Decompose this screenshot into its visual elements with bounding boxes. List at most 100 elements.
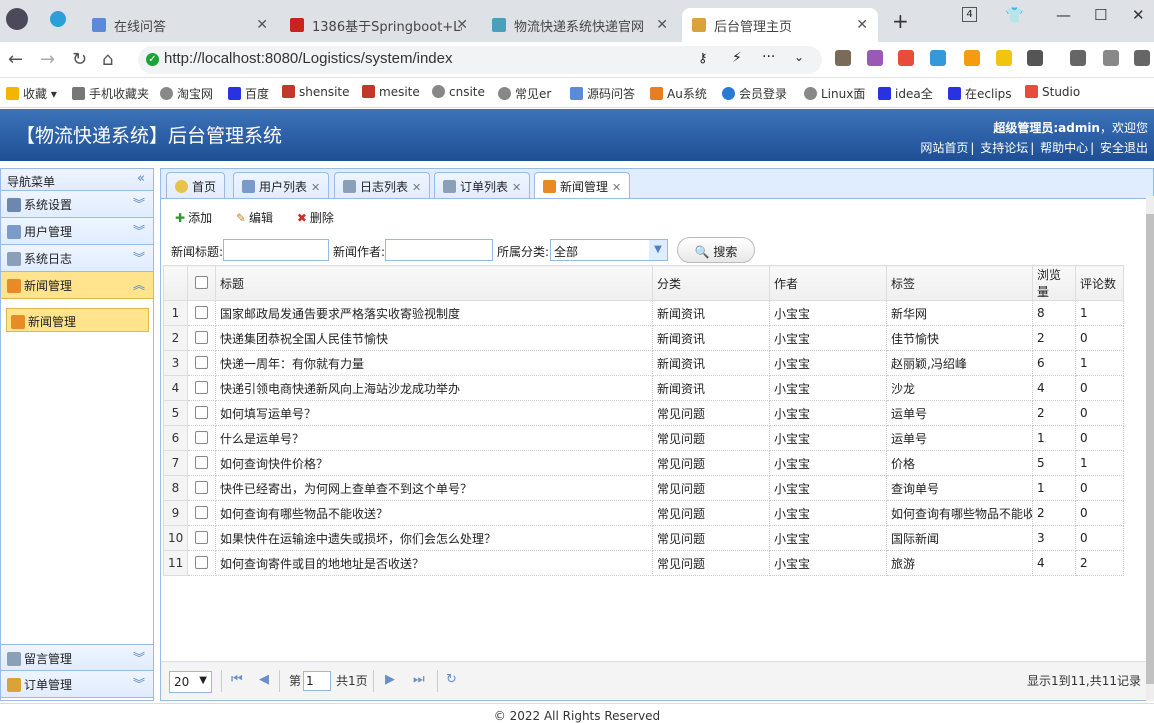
- news-author-input[interactable]: [385, 239, 493, 261]
- table-row[interactable]: 3 快递一周年：有你就有力量 新闻资讯 小宝宝 赵丽颖,冯绍峰 6 1: [163, 350, 1124, 376]
- row-checkbox[interactable]: [195, 356, 208, 369]
- minimize-button[interactable]: —: [1056, 6, 1071, 24]
- chevron-down-icon[interactable]: ︾: [133, 675, 145, 692]
- row-checkbox[interactable]: [195, 506, 208, 519]
- page-scrollbar[interactable]: [1146, 196, 1154, 701]
- table-row[interactable]: 7 如何查询快件价格？ 常见问题 小宝宝 价格 5 1: [163, 450, 1124, 476]
- news-title-input[interactable]: [223, 239, 329, 261]
- forward-icon[interactable]: →: [40, 49, 55, 70]
- close-tab-icon[interactable]: ✕: [856, 17, 868, 33]
- row-checkbox[interactable]: [195, 331, 208, 344]
- browser-tab-2[interactable]: 1386基于Springboot+La ✕: [280, 8, 478, 42]
- page-number-input[interactable]: 1: [303, 671, 331, 691]
- sidebar-item-messages[interactable]: 留言管理 ︾: [1, 644, 153, 671]
- row-checkbox[interactable]: [195, 481, 208, 494]
- edit-button[interactable]: ✎ 编辑: [232, 207, 277, 228]
- close-tab-icon[interactable]: ✕: [256, 17, 268, 33]
- first-page-icon[interactable]: ⏮: [231, 672, 243, 687]
- row-checkbox[interactable]: [195, 306, 208, 319]
- table-row[interactable]: 2 快递集团恭祝全国人民佳节愉快 新闻资讯 小宝宝 佳节愉快 2 0: [163, 325, 1124, 351]
- chevron-up-icon[interactable]: ︽: [133, 276, 145, 293]
- refresh-icon[interactable]: ↻: [446, 672, 457, 687]
- menu-icon[interactable]: [1134, 50, 1150, 66]
- chevron-down-icon[interactable]: ︾: [133, 649, 145, 666]
- row-checkbox[interactable]: [195, 431, 208, 444]
- bookmark-item[interactable]: idea全: [878, 85, 933, 102]
- bookmark-item[interactable]: Linux面: [804, 85, 865, 102]
- lightning-icon[interactable]: ⚡: [732, 50, 742, 66]
- bookmark-item[interactable]: shensite: [282, 85, 350, 99]
- column-header-title[interactable]: 标题: [215, 265, 653, 301]
- browser-tab-4[interactable]: 后台管理主页 ✕: [682, 8, 878, 42]
- bookmark-item[interactable]: Au系统: [650, 85, 707, 102]
- sidebar-item-user-management[interactable]: 用户管理 ︾: [1, 218, 153, 245]
- table-row[interactable]: 8 快件已经寄出，为何网上查单查不到这个单号？ 常见问题 小宝宝 查询单号 1 0: [163, 475, 1124, 501]
- link-help-center[interactable]: 帮助中心: [1040, 141, 1088, 155]
- link-logout[interactable]: 安全退出: [1100, 141, 1148, 155]
- browser-tab-3[interactable]: 物流快递系统快递官网 ✕: [482, 8, 678, 42]
- shield-extension-icon[interactable]: [964, 50, 980, 66]
- scrollbar-thumb[interactable]: [1146, 214, 1154, 684]
- category-select[interactable]: 全部 ▼: [550, 239, 668, 261]
- table-row[interactable]: 11 如何查询寄件或目的地地址是否收送？ 常见问题 小宝宝 旅游 4 2: [163, 550, 1124, 576]
- new-tab-button[interactable]: +: [892, 9, 909, 33]
- chevron-down-icon[interactable]: ︾: [133, 195, 145, 212]
- tab-count-badge[interactable]: 4: [962, 7, 977, 22]
- sidebar-subitem-news-management[interactable]: 新闻管理: [6, 308, 149, 332]
- link-site-home[interactable]: 网站首页: [920, 141, 968, 155]
- column-header-author[interactable]: 作者: [769, 265, 887, 301]
- bookmark-item[interactable]: 常见er: [498, 85, 551, 102]
- add-button[interactable]: ✚ 添加: [171, 207, 216, 228]
- row-checkbox[interactable]: [195, 381, 208, 394]
- close-window-button[interactable]: ✕: [1132, 6, 1145, 24]
- scissors-icon[interactable]: [898, 50, 914, 66]
- reload-icon[interactable]: ↻: [72, 49, 87, 70]
- tab-order-list[interactable]: 订单列表 ✕: [434, 172, 531, 199]
- last-page-icon[interactable]: ⏭: [413, 672, 425, 687]
- bookmark-item[interactable]: 百度: [228, 85, 269, 102]
- bookmark-item[interactable]: mesite: [362, 85, 420, 99]
- chevron-down-icon[interactable]: ︾: [133, 222, 145, 239]
- star-extension-icon[interactable]: [996, 50, 1012, 66]
- sidebar-item-system-settings[interactable]: 系统设置 ︾: [1, 191, 153, 218]
- chevron-down-icon[interactable]: ︾: [133, 249, 145, 266]
- sidebar-item-system-log[interactable]: 系统日志 ︾: [1, 245, 153, 272]
- reader-extension-icon[interactable]: [835, 50, 851, 66]
- prev-page-icon[interactable]: ◀: [259, 672, 269, 687]
- close-tab-icon[interactable]: ✕: [412, 181, 421, 194]
- back-icon[interactable]: ←: [8, 49, 23, 70]
- table-row[interactable]: 5 如何填写运单号？ 常见问题 小宝宝 运单号 2 0: [163, 400, 1124, 426]
- row-checkbox[interactable]: [195, 556, 208, 569]
- profile-avatar[interactable]: [6, 8, 28, 30]
- key-icon[interactable]: ⚷: [698, 51, 708, 66]
- chevron-down-icon[interactable]: ▼: [649, 240, 667, 260]
- bookmark-item[interactable]: 淘宝网: [160, 85, 213, 102]
- download-icon[interactable]: [1070, 50, 1086, 66]
- close-tab-icon[interactable]: ✕: [456, 17, 468, 33]
- table-row[interactable]: 6 什么是运单号？ 常见问题 小宝宝 运单号 1 0: [163, 425, 1124, 451]
- sidebar-item-orders[interactable]: 订单管理 ︾: [1, 671, 153, 698]
- link-support-forum[interactable]: 支持论坛: [980, 141, 1028, 155]
- tab-user-list[interactable]: 用户列表 ✕: [233, 172, 330, 199]
- table-row[interactable]: 4 快递引领电商快递新风向上海站沙龙成功举办 新闻资讯 小宝宝 沙龙 4 0: [163, 375, 1124, 401]
- more-icon[interactable]: ···: [762, 49, 775, 65]
- bookmark-item[interactable]: 在eclips: [948, 85, 1012, 102]
- url-text[interactable]: http://localhost:8080/Logistics/system/i…: [164, 50, 453, 67]
- row-checkbox[interactable]: [195, 456, 208, 469]
- close-tab-icon[interactable]: ✕: [656, 17, 668, 33]
- close-tab-icon[interactable]: ✕: [311, 181, 320, 194]
- collapse-sidebar-icon[interactable]: «: [137, 171, 145, 186]
- sidebar-item-news-management[interactable]: 新闻管理 ︽: [1, 272, 153, 299]
- column-header-comments[interactable]: 评论数: [1075, 265, 1124, 301]
- tab-news-management[interactable]: 新闻管理 ✕: [534, 172, 631, 200]
- row-checkbox[interactable]: [195, 406, 208, 419]
- browser-tab-1[interactable]: 在线问答 ✕: [82, 8, 278, 42]
- close-tab-icon[interactable]: ✕: [612, 181, 621, 194]
- bookmark-item[interactable]: Studio: [1025, 85, 1080, 99]
- bookmark-item[interactable]: 会员登录: [722, 85, 787, 102]
- tab-home[interactable]: 首页: [166, 172, 226, 199]
- maximize-button[interactable]: ☐: [1094, 6, 1107, 24]
- table-row[interactable]: 10 如果快件在运输途中遗失或损坏，你们会怎么处理？ 常见问题 小宝宝 国际新闻 3 0: [163, 525, 1124, 551]
- select-all-checkbox[interactable]: [195, 276, 208, 289]
- url-field[interactable]: ✓ http://localhost:8080/Logistics/system…: [138, 46, 822, 74]
